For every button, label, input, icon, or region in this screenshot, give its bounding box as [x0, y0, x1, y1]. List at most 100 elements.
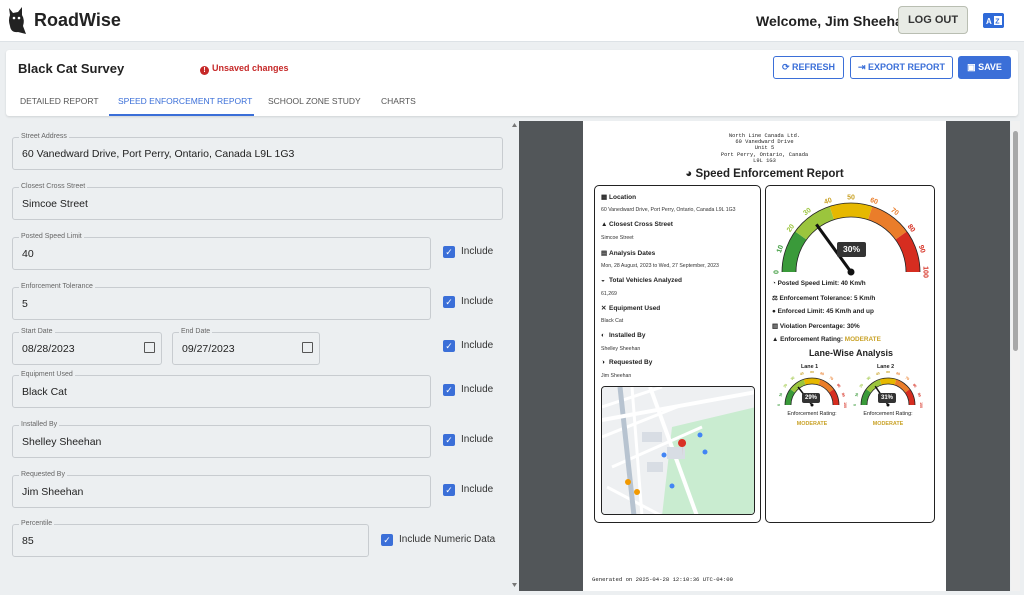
- location-value: 60 Vanedward Drive, Port Perry, Ontario,…: [601, 207, 736, 213]
- start-date-field[interactable]: Start Date 08/28/2023: [12, 328, 162, 365]
- include-speed-limit-checkbox[interactable]: ✓: [443, 246, 455, 258]
- gauge-tick-label: 10: [778, 392, 783, 397]
- tab-school-zone-study[interactable]: SCHOOL ZONE STUDY: [268, 96, 361, 116]
- tolerance-field[interactable]: Enforcement Tolerance 5: [12, 283, 431, 320]
- vehicles-heading-text: Total Vehicles Analyzed: [609, 277, 682, 284]
- tab-charts[interactable]: CHARTS: [381, 96, 416, 116]
- gauge-tick-label: 30: [866, 376, 872, 382]
- map-icon: ▦: [601, 194, 608, 201]
- equipment-value: Black Cat: [601, 318, 624, 324]
- installed-by-label: Installed By: [19, 421, 60, 429]
- gauge-icon: ◕: [685, 168, 696, 180]
- enforced-limit-stat: ● Enforced Limit: 45 Km/h and up: [772, 308, 874, 315]
- lane-1-percent: 29%: [802, 393, 820, 403]
- translate-icon[interactable]: A Z: [983, 13, 1004, 28]
- gauge-band: [803, 378, 821, 386]
- lane-2-percent: 31%: [878, 393, 896, 403]
- refresh-button[interactable]: ⟳ REFRESH: [773, 56, 844, 79]
- speed-limit-field[interactable]: Posted Speed Limit 40: [12, 233, 431, 270]
- gauge-tick-label: 0: [773, 270, 780, 274]
- gauge-tick-label: 10: [854, 392, 859, 397]
- cross-street-field[interactable]: Closest Cross Street Simcoe Street: [12, 183, 503, 220]
- road-icon: ▲: [601, 221, 608, 228]
- include-requested-by-checkbox[interactable]: ✓: [443, 484, 455, 496]
- include-numeric-data-checkbox[interactable]: ✓: [381, 534, 393, 546]
- refresh-label: REFRESH: [792, 62, 836, 72]
- logout-button[interactable]: LOG OUT: [898, 6, 968, 34]
- lane-2-rating: MODERATE: [872, 421, 904, 427]
- installed-heading: ◐ Installed By: [601, 332, 645, 339]
- violation-text: Violation Percentage: 30%: [779, 323, 860, 330]
- percentile-field[interactable]: Percentile 85: [12, 520, 369, 557]
- cross-street-value: Simcoe Street: [22, 198, 88, 210]
- gauge-hub: [810, 403, 814, 407]
- gauge-tick-label: 70: [829, 376, 835, 382]
- scroll-thumb[interactable]: [1013, 131, 1018, 351]
- tolerance-text: Enforcement Tolerance: 5 Km/h: [779, 295, 876, 302]
- calendar-icon[interactable]: [144, 342, 155, 353]
- enforced-limit-text: Enforced Limit: 45 Km/h and up: [777, 308, 874, 315]
- include-tolerance-checkbox[interactable]: ✓: [443, 296, 455, 308]
- svg-text:Z: Z: [995, 19, 1000, 26]
- location-heading-text: Location: [609, 194, 637, 201]
- include-tolerance-label: Include: [461, 296, 494, 307]
- street-address-field[interactable]: Street Address 60 Vanedward Drive, Port …: [12, 133, 503, 170]
- include-installed-by-checkbox[interactable]: ✓: [443, 434, 455, 446]
- details-box: ▦ Location 60 Vanedward Drive, Port Perry…: [594, 185, 761, 523]
- enforcement-box: 0 10 20 30 40 50 60 70 80 90 100 30% ◔ Posted Spee…: [765, 185, 935, 523]
- gauge-tick-label: 10: [776, 244, 785, 254]
- car-icon: ◒: [601, 277, 605, 284]
- users-icon: ◑: [601, 359, 605, 366]
- gauge-tick-label: 80: [912, 383, 918, 389]
- include-requested-by-label: Include: [461, 484, 494, 495]
- include-equipment-checkbox[interactable]: ✓: [443, 384, 455, 396]
- app-name: RoadWise: [34, 10, 121, 30]
- requested-by-field[interactable]: Requested By Jim Sheehan: [12, 471, 431, 508]
- tab-bar: DETAILED REPORT SPEED ENFORCEMENT REPORT…: [6, 90, 1018, 116]
- gauge-band: [818, 379, 834, 393]
- gauge-tick-label: 40: [875, 371, 880, 376]
- gauge-percent-label: 30%: [837, 242, 866, 257]
- gauge-tick-label: 40: [799, 371, 804, 376]
- end-date-label: End Date: [179, 328, 213, 336]
- tab-speed-enforcement-report[interactable]: SPEED ENFORCEMENT REPORT: [109, 96, 254, 116]
- equipment-field[interactable]: Equipment Used Black Cat: [12, 371, 431, 408]
- lane-1-label: Lane 1: [801, 364, 819, 370]
- cross-street-label: Closest Cross Street: [19, 183, 88, 191]
- save-icon: ▣: [967, 62, 979, 72]
- gauge-tick-label: 100: [843, 402, 847, 408]
- preview-scrollbar[interactable]: [1011, 121, 1020, 591]
- form-scrollbar[interactable]: [511, 121, 518, 591]
- rating-value: MODERATE: [844, 336, 881, 343]
- start-date-value: 08/28/2023: [22, 343, 75, 355]
- percentile-value: 85: [22, 535, 34, 547]
- welcome-message: Welcome, Jim Sheehan!: [756, 13, 917, 29]
- tab-detailed-report[interactable]: DETAILED REPORT: [20, 96, 99, 116]
- gauge-tick-label: 90: [841, 392, 846, 397]
- equipment-label: Equipment Used: [19, 371, 75, 379]
- end-date-field[interactable]: End Date 09/27/2023: [172, 328, 320, 365]
- unsaved-text: Unsaved changes: [212, 63, 289, 73]
- speed-limit-value: 40: [22, 248, 34, 260]
- lane-2-label: Lane 2: [877, 364, 895, 370]
- calendar-icon: ▤: [601, 250, 608, 257]
- violation-stat: ▥ Violation Percentage: 30%: [772, 322, 860, 330]
- dates-value: Mon, 28 August, 2023 to Wed, 27 Septembe…: [601, 263, 719, 269]
- tools-icon: ✕: [601, 305, 607, 312]
- gauge-tick-label: 100: [922, 266, 929, 278]
- posted-speed-stat: ◔ Posted Speed Limit: 40 Km/h: [772, 280, 866, 287]
- save-button[interactable]: ▣ SAVE: [958, 56, 1011, 79]
- lane-1-gauge: 0 10203040 50 60 7080 90 100: [777, 371, 847, 408]
- warning-icon: ▲: [772, 336, 781, 343]
- include-dates-label: Include: [461, 340, 494, 351]
- gauge-tick-label: 90: [917, 392, 922, 397]
- generated-timestamp: Generated on 2025-04-28 12:10:36 UTC-04:…: [592, 576, 733, 583]
- location-heading: ▦ Location: [601, 193, 636, 201]
- export-report-button[interactable]: ⇥ EXPORT REPORT: [850, 56, 953, 79]
- include-dates-checkbox[interactable]: ✓: [443, 340, 455, 352]
- installed-by-field[interactable]: Installed By Shelley Sheehan: [12, 421, 431, 458]
- calendar-icon[interactable]: [302, 342, 313, 353]
- location-map: [601, 386, 755, 515]
- installed-by-value: Shelley Sheehan: [22, 436, 102, 448]
- gauge-tick-label: 60: [869, 197, 879, 206]
